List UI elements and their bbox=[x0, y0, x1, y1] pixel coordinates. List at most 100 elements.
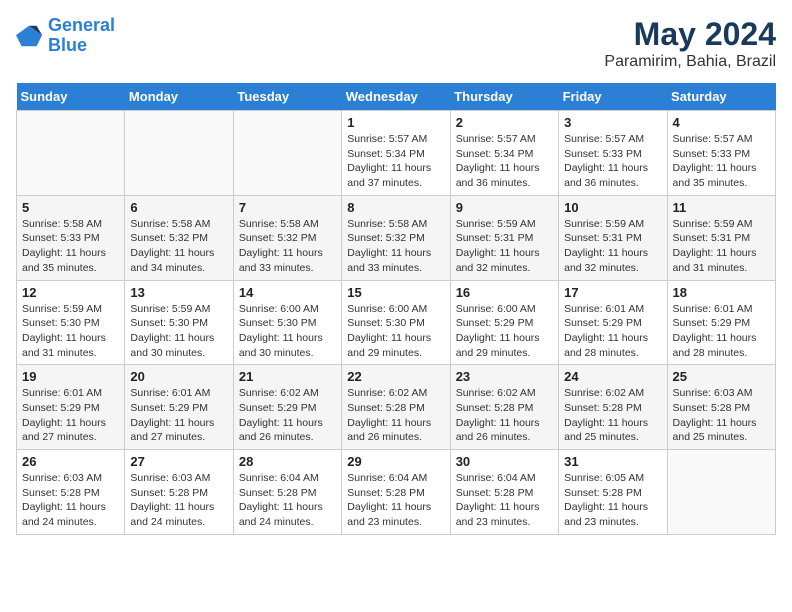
day-info: Sunrise: 6:04 AMSunset: 5:28 PMDaylight:… bbox=[456, 471, 553, 530]
calendar-cell bbox=[667, 450, 775, 535]
day-info: Sunrise: 6:01 AMSunset: 5:29 PMDaylight:… bbox=[673, 302, 770, 361]
calendar-cell bbox=[125, 111, 233, 196]
day-info: Sunrise: 6:03 AMSunset: 5:28 PMDaylight:… bbox=[22, 471, 119, 530]
week-row-2: 5Sunrise: 5:58 AMSunset: 5:33 PMDaylight… bbox=[17, 195, 776, 280]
day-info: Sunrise: 6:02 AMSunset: 5:28 PMDaylight:… bbox=[564, 386, 661, 445]
day-number: 8 bbox=[347, 200, 444, 215]
calendar-cell: 12Sunrise: 5:59 AMSunset: 5:30 PMDayligh… bbox=[17, 280, 125, 365]
day-info: Sunrise: 5:58 AMSunset: 5:32 PMDaylight:… bbox=[347, 217, 444, 276]
calendar-cell: 6 Sunrise: 5:58 AMSunset: 5:32 PMDaylight… bbox=[125, 195, 233, 280]
calendar-cell: 7 Sunrise: 5:58 AMSunset: 5:32 PMDaylight… bbox=[233, 195, 341, 280]
day-number: 19 bbox=[22, 369, 119, 384]
day-info: Sunrise: 6:04 AMSunset: 5:28 PMDaylight:… bbox=[239, 471, 336, 530]
main-title: May 2024 bbox=[604, 16, 776, 53]
calendar-cell: 20Sunrise: 6:01 AMSunset: 5:29 PMDayligh… bbox=[125, 365, 233, 450]
day-number: 16 bbox=[456, 285, 553, 300]
day-info: Sunrise: 5:59 AMSunset: 5:31 PMDaylight:… bbox=[456, 217, 553, 276]
day-number: 23 bbox=[456, 369, 553, 384]
day-number: 6 bbox=[130, 200, 227, 215]
day-number: 10 bbox=[564, 200, 661, 215]
day-info: Sunrise: 6:01 AMSunset: 5:29 PMDaylight:… bbox=[22, 386, 119, 445]
calendar-cell: 17 Sunrise: 6:01 AMSunset: 5:29 PMDayligh… bbox=[559, 280, 667, 365]
day-number: 14 bbox=[239, 285, 336, 300]
calendar-cell: 13 Sunrise: 5:59 AMSunset: 5:30 PMDayligh… bbox=[125, 280, 233, 365]
week-row-4: 19 Sunrise: 6:01 AMSunset: 5:29 PMDayligh… bbox=[17, 365, 776, 450]
calendar-cell: 15 Sunrise: 6:00 AMSunset: 5:30 PMDayligh… bbox=[342, 280, 450, 365]
day-number: 26 bbox=[22, 454, 119, 469]
day-number: 25 bbox=[673, 369, 770, 384]
calendar-cell: 29 Sunrise: 6:04 AMSunset: 5:28 PMDayligh… bbox=[342, 450, 450, 535]
calendar-cell: 28Sunrise: 6:04 AMSunset: 5:28 PMDayligh… bbox=[233, 450, 341, 535]
calendar-cell: 30 Sunrise: 6:04 AMSunset: 5:28 PMDayligh… bbox=[450, 450, 558, 535]
day-info: Sunrise: 6:02 AMSunset: 5:29 PMDaylight:… bbox=[239, 386, 336, 445]
logo: GeneralBlue bbox=[16, 16, 115, 56]
calendar-cell: 5Sunrise: 5:58 AMSunset: 5:33 PMDaylight… bbox=[17, 195, 125, 280]
day-number: 30 bbox=[456, 454, 553, 469]
day-number: 18 bbox=[673, 285, 770, 300]
calendar-cell: 2Sunrise: 5:57 AMSunset: 5:34 PMDaylight… bbox=[450, 111, 558, 196]
day-info: Sunrise: 5:57 AMSunset: 5:33 PMDaylight:… bbox=[564, 132, 661, 191]
day-number: 15 bbox=[347, 285, 444, 300]
calendar-table: SundayMondayTuesdayWednesdayThursdayFrid… bbox=[16, 83, 776, 535]
day-number: 22 bbox=[347, 369, 444, 384]
calendar-cell: 3 Sunrise: 5:57 AMSunset: 5:33 PMDaylight… bbox=[559, 111, 667, 196]
day-number: 21 bbox=[239, 369, 336, 384]
calendar-cell: 11Sunrise: 5:59 AMSunset: 5:31 PMDayligh… bbox=[667, 195, 775, 280]
weekday-header-sunday: Sunday bbox=[17, 83, 125, 111]
calendar-cell bbox=[17, 111, 125, 196]
calendar-cell: 10Sunrise: 5:59 AMSunset: 5:31 PMDayligh… bbox=[559, 195, 667, 280]
calendar-cell: 8 Sunrise: 5:58 AMSunset: 5:32 PMDaylight… bbox=[342, 195, 450, 280]
calendar-cell: 24 Sunrise: 6:02 AMSunset: 5:28 PMDayligh… bbox=[559, 365, 667, 450]
day-number: 7 bbox=[239, 200, 336, 215]
day-info: Sunrise: 6:00 AMSunset: 5:29 PMDaylight:… bbox=[456, 302, 553, 361]
subtitle: Paramirim, Bahia, Brazil bbox=[604, 53, 776, 71]
calendar-cell: 25 Sunrise: 6:03 AMSunset: 5:28 PMDayligh… bbox=[667, 365, 775, 450]
day-info: Sunrise: 6:03 AMSunset: 5:28 PMDaylight:… bbox=[130, 471, 227, 530]
weekday-header-thursday: Thursday bbox=[450, 83, 558, 111]
day-info: Sunrise: 5:58 AMSunset: 5:32 PMDaylight:… bbox=[239, 217, 336, 276]
day-info: Sunrise: 6:05 AMSunset: 5:28 PMDaylight:… bbox=[564, 471, 661, 530]
day-number: 17 bbox=[564, 285, 661, 300]
day-info: Sunrise: 6:02 AMSunset: 5:28 PMDaylight:… bbox=[347, 386, 444, 445]
calendar-cell: 23Sunrise: 6:02 AMSunset: 5:28 PMDayligh… bbox=[450, 365, 558, 450]
day-info: Sunrise: 5:58 AMSunset: 5:32 PMDaylight:… bbox=[130, 217, 227, 276]
title-block: May 2024 Paramirim, Bahia, Brazil bbox=[604, 16, 776, 71]
weekday-header-tuesday: Tuesday bbox=[233, 83, 341, 111]
day-number: 4 bbox=[673, 115, 770, 130]
day-number: 31 bbox=[564, 454, 661, 469]
calendar-cell: 27 Sunrise: 6:03 AMSunset: 5:28 PMDayligh… bbox=[125, 450, 233, 535]
page-header: GeneralBlue May 2024 Paramirim, Bahia, B… bbox=[16, 16, 776, 71]
day-number: 24 bbox=[564, 369, 661, 384]
day-info: Sunrise: 6:01 AMSunset: 5:29 PMDaylight:… bbox=[130, 386, 227, 445]
day-number: 29 bbox=[347, 454, 444, 469]
calendar-cell: 22 Sunrise: 6:02 AMSunset: 5:28 PMDayligh… bbox=[342, 365, 450, 450]
calendar-cell: 14 Sunrise: 6:00 AMSunset: 5:30 PMDayligh… bbox=[233, 280, 341, 365]
day-info: Sunrise: 6:00 AMSunset: 5:30 PMDaylight:… bbox=[347, 302, 444, 361]
weekday-header-row: SundayMondayTuesdayWednesdayThursdayFrid… bbox=[17, 83, 776, 111]
calendar-cell: 19 Sunrise: 6:01 AMSunset: 5:29 PMDayligh… bbox=[17, 365, 125, 450]
week-row-1: 1 Sunrise: 5:57 AMSunset: 5:34 PMDaylight… bbox=[17, 111, 776, 196]
day-number: 12 bbox=[22, 285, 119, 300]
day-info: Sunrise: 6:01 AMSunset: 5:29 PMDaylight:… bbox=[564, 302, 661, 361]
week-row-5: 26 Sunrise: 6:03 AMSunset: 5:28 PMDayligh… bbox=[17, 450, 776, 535]
calendar-cell: 21 Sunrise: 6:02 AMSunset: 5:29 PMDayligh… bbox=[233, 365, 341, 450]
day-info: Sunrise: 5:57 AMSunset: 5:34 PMDaylight:… bbox=[456, 132, 553, 191]
day-info: Sunrise: 6:04 AMSunset: 5:28 PMDaylight:… bbox=[347, 471, 444, 530]
logo-text: GeneralBlue bbox=[48, 16, 115, 56]
logo-icon bbox=[16, 22, 44, 50]
day-info: Sunrise: 6:03 AMSunset: 5:28 PMDaylight:… bbox=[673, 386, 770, 445]
day-info: Sunrise: 5:59 AMSunset: 5:30 PMDaylight:… bbox=[130, 302, 227, 361]
day-info: Sunrise: 6:00 AMSunset: 5:30 PMDaylight:… bbox=[239, 302, 336, 361]
weekday-header-saturday: Saturday bbox=[667, 83, 775, 111]
day-number: 9 bbox=[456, 200, 553, 215]
day-info: Sunrise: 5:58 AMSunset: 5:33 PMDaylight:… bbox=[22, 217, 119, 276]
calendar-cell: 26 Sunrise: 6:03 AMSunset: 5:28 PMDayligh… bbox=[17, 450, 125, 535]
day-number: 13 bbox=[130, 285, 227, 300]
day-number: 3 bbox=[564, 115, 661, 130]
calendar-cell: 16 Sunrise: 6:00 AMSunset: 5:29 PMDayligh… bbox=[450, 280, 558, 365]
day-number: 11 bbox=[673, 200, 770, 215]
calendar-cell: 1Sunrise: 5:57 AMSunset: 5:34 PMDaylight… bbox=[342, 111, 450, 196]
day-number: 27 bbox=[130, 454, 227, 469]
day-number: 1 bbox=[347, 115, 444, 130]
weekday-header-friday: Friday bbox=[559, 83, 667, 111]
